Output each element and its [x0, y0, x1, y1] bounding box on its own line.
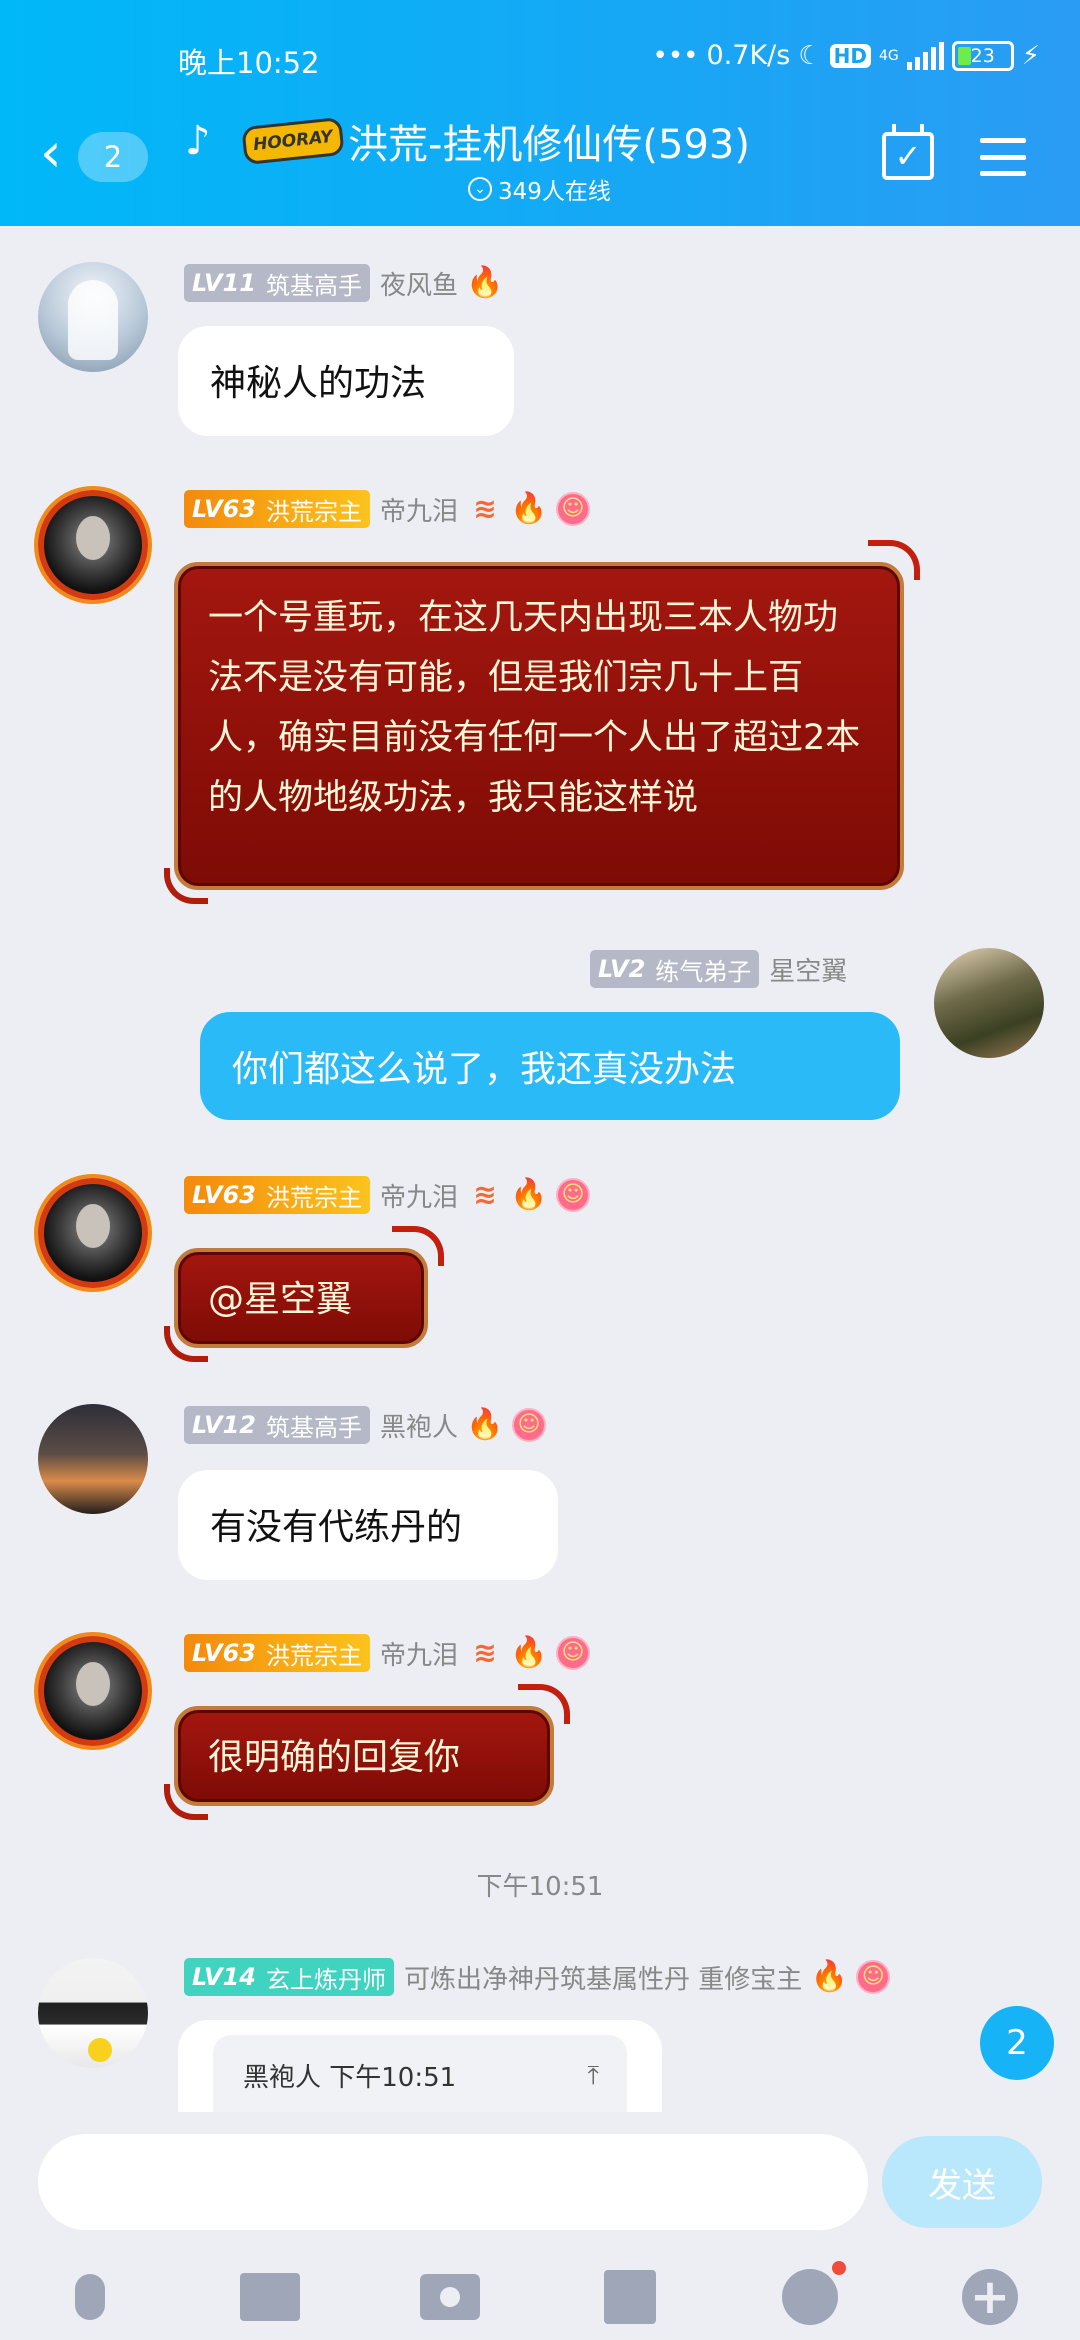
message-bubble[interactable]: 一个号重玩，在这几天内出现三本人物功法不是没有可能，但是我们宗几十上百人，确实目…: [164, 540, 920, 904]
level-badge: LV2 练气弟子: [590, 950, 760, 988]
avatar[interactable]: [38, 1636, 148, 1746]
red-packet-icon[interactable]: [600, 2267, 660, 2327]
fire-icon: 🔥: [510, 491, 548, 526]
sender-meta: LV14 玄上炼丹师 可炼出净神丹筑基属性丹 重修宝主 🔥 ☺: [184, 1958, 891, 1996]
message-input[interactable]: [38, 2134, 868, 2230]
emoji-icon[interactable]: [780, 2261, 846, 2327]
status-icons: ••• 0.7K/s ☾ HD 4G 23 ⚡: [652, 40, 1040, 71]
ear-icon[interactable]: ♪: [185, 118, 211, 164]
smile-icon: ☺: [555, 1636, 590, 1670]
avatar[interactable]: [38, 1404, 148, 1514]
fire-icon: 🔥: [466, 265, 504, 300]
group-logo: HOORAY: [241, 116, 345, 166]
network-type: 4G: [878, 47, 899, 64]
reply-quote-header: 黑袍人 下午10:51: [243, 2063, 457, 2093]
sender-meta: LV63 洪荒宗主 帝九泪 ≋ 🔥 ☺: [184, 1634, 590, 1672]
time-separator: 下午10:51: [476, 1872, 604, 1902]
input-bar: 发送 +: [0, 2112, 1080, 2340]
smile-icon: ☺: [856, 1960, 891, 1994]
level-badge: LV63 洪荒宗主: [184, 1634, 370, 1672]
sender-name[interactable]: 可炼出净神丹筑基属性丹 重修宝主: [404, 1959, 802, 1996]
status-time: 晚上10:52: [178, 46, 320, 80]
sender-meta: LV63 洪荒宗主 帝九泪 ≋ 🔥 ☺: [184, 1176, 590, 1214]
calendar-check-icon[interactable]: ✓: [882, 124, 934, 180]
input-toolbar: +: [0, 2257, 1080, 2337]
new-message-badge[interactable]: 2: [980, 2006, 1054, 2080]
message-bubble[interactable]: @星空翼: [164, 1226, 444, 1362]
wing-icon: ≋: [473, 1178, 497, 1211]
online-status[interactable]: ⌄ 349人在线: [468, 172, 611, 206]
reply-quote-card[interactable]: 黑袍人 下午10:51 ⤒: [213, 2035, 627, 2112]
sender-meta: LV12 筑基高手 黑袍人 🔥 ☺: [184, 1406, 546, 1444]
top-bar: 晚上10:52 ••• 0.7K/s ☾ HD 4G 23 ⚡ ‹ 2 ♪ HO…: [0, 0, 1080, 226]
hd-icon: HD: [829, 43, 871, 68]
fire-icon: 🔥: [466, 1407, 504, 1442]
level-badge: LV11 筑基高手: [184, 264, 370, 302]
wing-icon: ≋: [473, 492, 497, 525]
group-title[interactable]: 洪荒-挂机修仙传(593): [348, 112, 750, 170]
wing-icon: ≋: [473, 1636, 497, 1669]
collapse-up-icon[interactable]: ⤒: [588, 2061, 600, 2092]
send-button[interactable]: 发送: [882, 2136, 1042, 2228]
smile-icon: ☺: [555, 492, 590, 526]
fire-icon: 🔥: [510, 1635, 548, 1670]
menu-icon[interactable]: [980, 138, 1026, 176]
avatar[interactable]: [38, 1958, 148, 2068]
chevron-down-icon: ⌄: [468, 177, 492, 201]
message-bubble[interactable]: 有没有代练丹的: [178, 1470, 558, 1580]
sender-meta: LV63 洪荒宗主 帝九泪 ≋ 🔥 ☺: [184, 490, 590, 528]
online-count: 349人在线: [498, 179, 611, 205]
mic-icon[interactable]: [60, 2267, 120, 2327]
sender-name[interactable]: 黑袍人: [380, 1407, 458, 1444]
back-chevron-icon[interactable]: ‹: [40, 126, 62, 180]
camera-icon[interactable]: [420, 2267, 480, 2327]
message-bubble[interactable]: 你们都这么说了，我还真没办法: [200, 1012, 900, 1120]
signal-icon: [906, 41, 944, 70]
level-badge: LV14 玄上炼丹师: [184, 1958, 394, 1996]
level-badge: LV63 洪荒宗主: [184, 1176, 370, 1214]
unread-count-badge[interactable]: 2: [78, 132, 148, 182]
fire-icon: 🔥: [510, 1177, 548, 1212]
network-speed: 0.7K/s: [706, 40, 791, 71]
message-bubble[interactable]: 很明确的回复你: [164, 1684, 570, 1820]
moon-icon: ☾: [798, 40, 822, 71]
sender-name[interactable]: 夜风鱼: [380, 265, 458, 302]
sender-meta: LV11 筑基高手 夜风鱼 🔥: [184, 264, 504, 302]
charging-icon: ⚡: [1021, 40, 1040, 71]
level-badge: LV63 洪荒宗主: [184, 490, 370, 528]
dots-icon: •••: [652, 40, 699, 71]
level-badge: LV12 筑基高手: [184, 1406, 370, 1444]
image-icon[interactable]: [240, 2267, 300, 2327]
avatar[interactable]: [38, 1178, 148, 1288]
sender-name[interactable]: 帝九泪: [380, 1635, 458, 1672]
battery-icon: 23: [951, 40, 1014, 71]
notification-dot: [832, 2261, 846, 2275]
smile-icon: ☺: [511, 1408, 546, 1442]
avatar[interactable]: [38, 490, 148, 600]
fire-icon: 🔥: [810, 1959, 848, 1994]
smile-icon: ☺: [555, 1178, 590, 1212]
avatar[interactable]: [38, 262, 148, 372]
chat-area[interactable]: LV11 筑基高手 夜风鱼 🔥 神秘人的功法 LV63 洪荒宗主 帝九泪 ≋ 🔥 ☺…: [0, 226, 1080, 2112]
sender-name[interactable]: 星空翼: [769, 951, 847, 988]
plus-icon[interactable]: +: [960, 2267, 1020, 2327]
sender-name[interactable]: 帝九泪: [380, 1177, 458, 1214]
sender-meta: LV2 练气弟子 星空翼: [590, 950, 847, 988]
message-bubble[interactable]: 神秘人的功法: [178, 326, 514, 436]
avatar[interactable]: [934, 948, 1044, 1058]
sender-name[interactable]: 帝九泪: [380, 491, 458, 528]
